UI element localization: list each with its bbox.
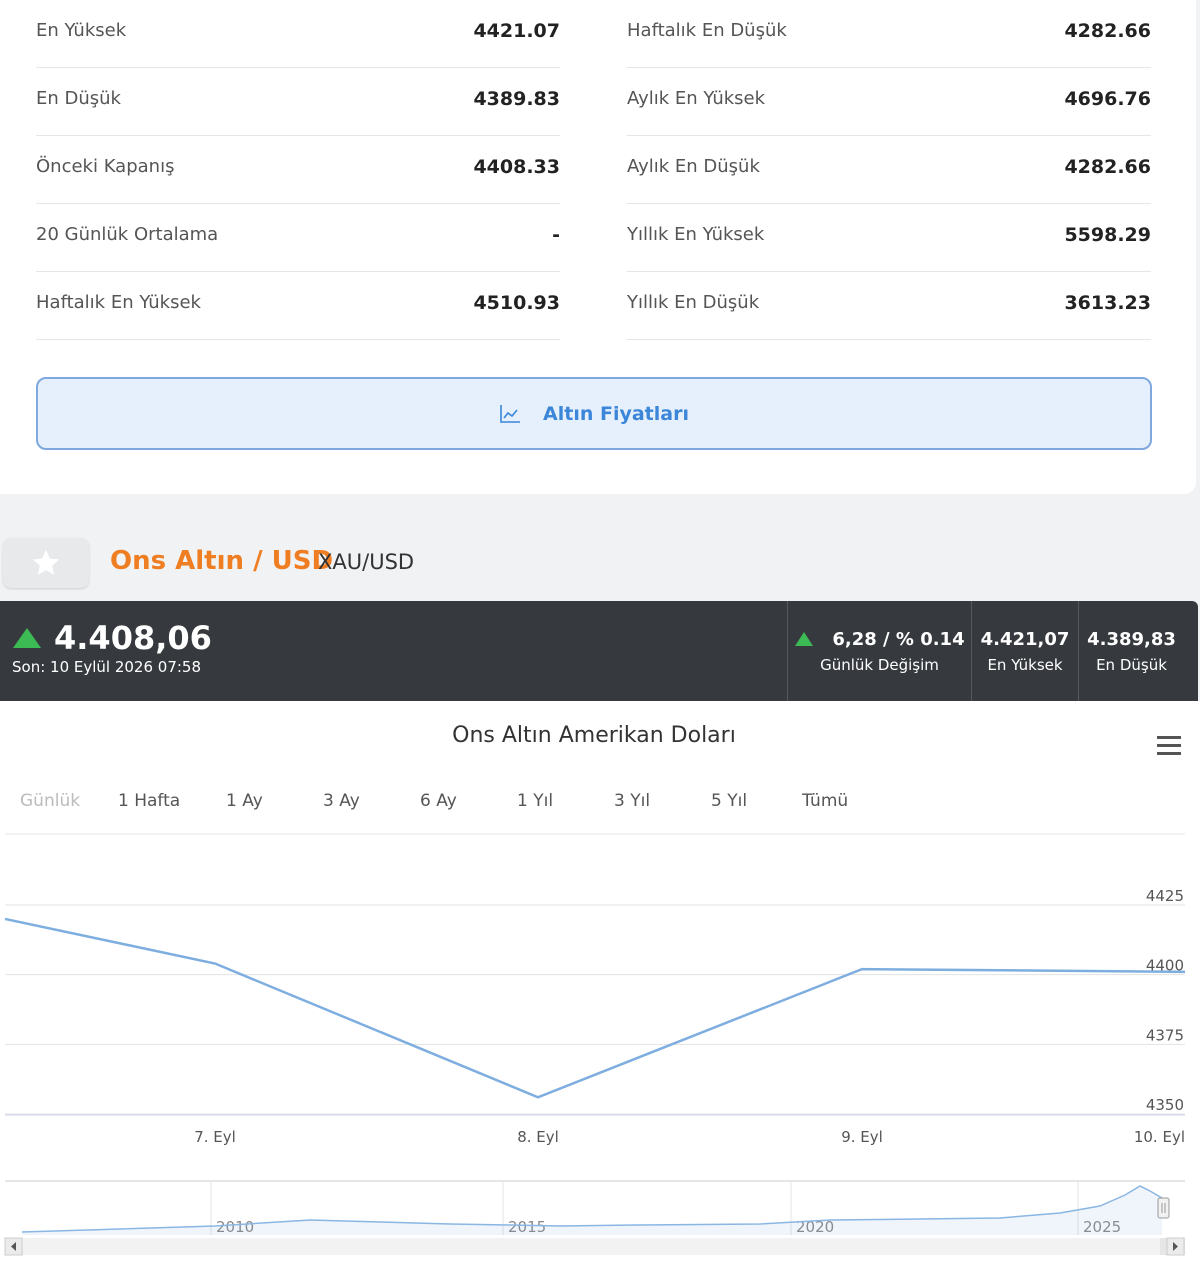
chart-menu-icon[interactable] xyxy=(1157,736,1181,756)
instrument-header: Ons Altın / USD XAU/USD xyxy=(0,538,1200,588)
stat-value: - xyxy=(552,223,560,246)
y-tick-label: 4425 xyxy=(1146,887,1184,905)
stat-label: En Düşük xyxy=(36,88,121,109)
scroll-left-icon xyxy=(11,1242,16,1251)
up-arrow-icon xyxy=(13,628,41,648)
stat-row: En Düşük 4389.83 xyxy=(36,68,560,136)
x-tick-label: 8. Eyl xyxy=(517,1128,559,1146)
range-button[interactable]: 1 Hafta xyxy=(118,791,180,811)
stats-column-left: En Yüksek 4421.07 En Düşük 4389.83 Önceki Ka… xyxy=(36,0,560,340)
y-tick-label: 4375 xyxy=(1146,1026,1184,1044)
daily-change-value: 6,28 / % 0.14 xyxy=(832,628,965,650)
range-button[interactable]: 3 Yıl xyxy=(614,791,650,811)
stat-label: 20 Günlük Ortalama xyxy=(36,224,219,245)
gold-prices-button-label: Altın Fiyatları xyxy=(543,402,689,425)
stat-label: Yıllık En Düşük xyxy=(627,292,760,313)
stat-value: 5598.29 xyxy=(1064,223,1151,246)
current-price: 4.408,06 xyxy=(54,619,212,657)
favorite-button[interactable] xyxy=(3,538,89,588)
daily-change-label: Günlük Değişim xyxy=(820,655,939,674)
y-tick-label: 4400 xyxy=(1146,957,1184,975)
x-tick-label: 9. Eyl xyxy=(841,1128,883,1146)
navigator-area xyxy=(22,1186,1162,1235)
gold-prices-button[interactable]: Altın Fiyatları xyxy=(36,377,1152,450)
stat-label: Aylık En Yüksek xyxy=(627,88,766,109)
stat-label: En Yüksek xyxy=(36,20,127,41)
stat-value: 4421.07 xyxy=(473,19,560,42)
stat-value: 4408.33 xyxy=(473,155,560,178)
stat-row: Aylık En Yüksek 4696.76 xyxy=(627,68,1151,136)
stat-label: Yıllık En Yüksek xyxy=(627,224,765,245)
range-button[interactable]: 3 Ay xyxy=(323,791,360,811)
scrollbar-right-button xyxy=(1166,1237,1185,1256)
scrollbar-track xyxy=(5,1238,1185,1255)
page-title: Ons Altın / USD xyxy=(110,546,334,576)
x-tick-label: 7. Eyl xyxy=(194,1128,236,1146)
stat-row: 20 Günlük Ortalama - xyxy=(36,204,560,272)
stat-value: 4389.83 xyxy=(473,87,560,110)
range-button[interactable]: 5 Yıl xyxy=(711,791,747,811)
symbol-label: XAU/USD xyxy=(318,550,415,574)
scroll-right-icon xyxy=(1173,1242,1178,1251)
stat-value: 4282.66 xyxy=(1064,155,1151,178)
stat-row: Haftalık En Yüksek 4510.93 xyxy=(36,272,560,340)
stat-label: Önceki Kapanış xyxy=(36,156,175,177)
stat-value: 4510.93 xyxy=(473,291,560,314)
low-value: 4.389,83 xyxy=(1087,628,1176,650)
low-cell: 4.389,83 En Düşük xyxy=(1078,601,1184,701)
navigator-label: 2020 xyxy=(796,1218,834,1236)
range-button[interactable]: 1 Ay xyxy=(226,791,263,811)
stat-label: Haftalık En Düşük xyxy=(627,20,787,41)
up-arrow-icon xyxy=(795,632,814,646)
low-label: En Düşük xyxy=(1096,655,1167,674)
y-tick-label: 4350 xyxy=(1146,1096,1184,1114)
navigator-label: 2010 xyxy=(216,1218,254,1236)
chart-line-icon xyxy=(500,404,521,423)
scrollbar-thumb xyxy=(1160,1238,1185,1255)
stat-row: Önceki Kapanış 4408.33 xyxy=(36,136,560,204)
stats-card: En Yüksek 4421.07 En Düşük 4389.83 Önceki Ka… xyxy=(0,0,1196,494)
range-button[interactable]: Tümü xyxy=(802,791,848,811)
stat-row: Yıllık En Düşük 3613.23 xyxy=(627,272,1151,340)
stat-value: 3613.23 xyxy=(1064,291,1151,314)
stat-value: 4696.76 xyxy=(1064,87,1151,110)
price-ticker: 4.408,06 Son: 10 Eylül 2026 07:58 6,28 /… xyxy=(0,601,1198,701)
high-value: 4.421,07 xyxy=(980,628,1070,650)
last-update: Son: 10 Eylül 2026 07:58 xyxy=(12,658,202,676)
high-label: En Yüksek xyxy=(987,655,1063,674)
navigator-handle xyxy=(1157,1197,1170,1219)
star-icon xyxy=(32,549,60,575)
navigator-label: 2025 xyxy=(1083,1218,1121,1236)
series-line xyxy=(4,917,1186,1099)
range-button[interactable]: 6 Ay xyxy=(420,791,457,811)
stat-value: 4282.66 xyxy=(1064,19,1151,42)
price-chart[interactable]: 4350 4375 4400 4425 7. Eyl 8. Eyl 9. Eyl 10. Ey… xyxy=(0,701,1200,1272)
stat-label: Haftalık En Yüksek xyxy=(36,292,201,313)
range-button[interactable]: 1 Yıl xyxy=(517,791,553,811)
navigator-line xyxy=(21,1185,1163,1233)
stats-column-right: Haftalık En Düşük 4282.66 Aylık En Yüksek 4… xyxy=(627,0,1151,340)
navigator-label: 2015 xyxy=(508,1218,546,1236)
stat-row: En Yüksek 4421.07 xyxy=(36,0,560,68)
chart-title: Ons Altın Amerikan Doları xyxy=(452,723,736,748)
scrollbar-left-button xyxy=(4,1237,23,1256)
stat-row: Yıllık En Yüksek 5598.29 xyxy=(627,204,1151,272)
chart-container: Ons Altın Amerikan Doları Günlük 1 Hafta 1… xyxy=(0,701,1200,1272)
daily-change-cell: 6,28 / % 0.14 Günlük Değişim xyxy=(787,601,971,701)
range-button[interactable]: Günlük xyxy=(20,791,80,811)
stat-row: Haftalık En Düşük 4282.66 xyxy=(627,0,1151,68)
stat-label: Aylık En Düşük xyxy=(627,156,760,177)
high-cell: 4.421,07 En Yüksek xyxy=(971,601,1078,701)
x-tick-label: 10. Eyl xyxy=(1134,1128,1185,1146)
stat-row: Aylık En Düşük 4282.66 xyxy=(627,136,1151,204)
